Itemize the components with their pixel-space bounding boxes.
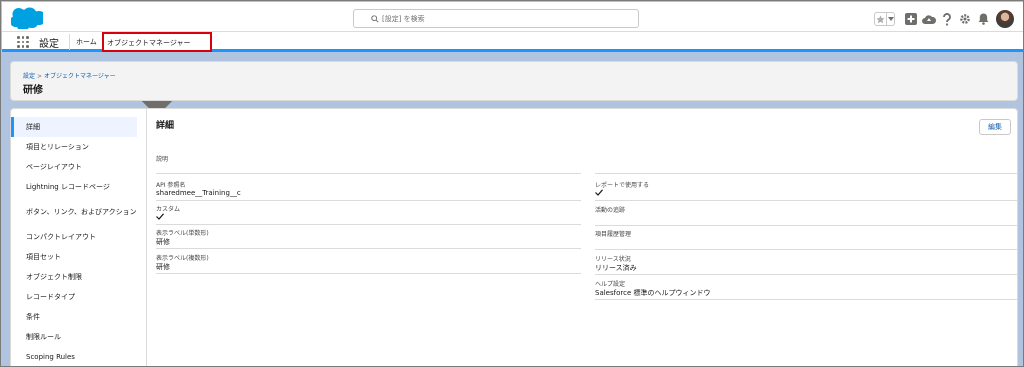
field-blank bbox=[595, 154, 1017, 174]
page-title: 研修 bbox=[23, 85, 43, 96]
field-api-name: API 参照名 sharedmee__Training__c bbox=[156, 180, 581, 201]
sidebar-item-object-limits[interactable]: オブジェクト制限 bbox=[11, 267, 137, 287]
nav-divider bbox=[69, 34, 70, 50]
sidebar-item-scoping-rules[interactable]: Scoping Rules bbox=[11, 347, 137, 366]
sidebar-item-field-sets[interactable]: 項目セット bbox=[11, 247, 137, 267]
field-value: リリース済み bbox=[595, 264, 637, 272]
detail-heading: 詳細 bbox=[156, 121, 175, 131]
sidebar-item-buttons-links-actions[interactable]: ボタン、リンク、およびアクション bbox=[11, 197, 137, 227]
field-label-singular: 表示ラベル(単数形) 研修 bbox=[156, 228, 581, 249]
sidebar-item-conditions[interactable]: 条件 bbox=[11, 307, 137, 327]
search-input[interactable] bbox=[382, 12, 632, 25]
checkmark-icon bbox=[156, 213, 164, 220]
app-navigation-bar: 設定 ホーム オブジェクトマネージャー bbox=[2, 32, 1023, 117]
global-search[interactable] bbox=[353, 9, 639, 28]
page-header: 設定 > オブジェクトマネージャー 研修 bbox=[10, 61, 1018, 101]
object-sidebar: 詳細 項目とリレーション ページレイアウト Lightning レコードページ … bbox=[11, 117, 137, 366]
favorite-star-icon[interactable] bbox=[875, 13, 886, 25]
sidebar-item-restriction-rules[interactable]: 制限ルール bbox=[11, 327, 137, 347]
main-card: 詳細 項目とリレーション ページレイアウト Lightning レコードページ … bbox=[10, 108, 1018, 366]
field-description: 説明 bbox=[156, 154, 581, 174]
field-label: 説明 bbox=[156, 156, 169, 163]
user-avatar[interactable] bbox=[996, 10, 1014, 28]
field-track-activities: 活動の追跡 bbox=[595, 205, 1017, 226]
trailhead-cloud-icon[interactable] bbox=[920, 11, 938, 27]
field-label: API 参照名 bbox=[156, 182, 186, 189]
sidebar-item-details[interactable]: 詳細 bbox=[11, 117, 137, 137]
edit-button[interactable]: 編集 bbox=[979, 119, 1011, 135]
app-name: 設定 bbox=[39, 39, 59, 50]
breadcrumb: 設定 > オブジェクトマネージャー bbox=[23, 71, 116, 80]
field-label-plural: 表示ラベル(複数形) 研修 bbox=[156, 253, 581, 274]
sidebar-item-record-types[interactable]: レコードタイプ bbox=[11, 287, 137, 307]
sidebar-item-fields-relationships[interactable]: 項目とリレーション bbox=[11, 137, 137, 157]
help-icon[interactable] bbox=[938, 11, 956, 27]
setup-gear-icon[interactable] bbox=[956, 11, 974, 27]
field-label: ヘルプ設定 bbox=[595, 281, 626, 288]
salesforce-logo[interactable] bbox=[11, 7, 43, 29]
global-actions-icon[interactable] bbox=[902, 11, 920, 27]
field-value: 研修 bbox=[156, 238, 170, 246]
field-label: リリース状況 bbox=[595, 256, 631, 263]
field-value: Salesforce 標準のヘルプウィンドウ bbox=[595, 289, 711, 297]
field-value: sharedmee__Training__c bbox=[156, 189, 241, 197]
app-launcher-icon[interactable] bbox=[17, 36, 29, 48]
global-header bbox=[2, 2, 1023, 32]
nav-tab-object-manager[interactable]: オブジェクトマネージャー bbox=[102, 32, 212, 117]
field-allow-reports: レポートで使用する bbox=[595, 180, 1017, 201]
detail-panel: 詳細 編集 説明 API 参照名 sharedmee__Training__c … bbox=[146, 109, 1017, 366]
field-custom: カスタム bbox=[156, 204, 581, 225]
field-help-settings: ヘルプ設定 Salesforce 標準のヘルプウィンドウ bbox=[595, 279, 1017, 300]
favorites-control[interactable] bbox=[874, 12, 895, 26]
sidebar-item-page-layouts[interactable]: ページレイアウト bbox=[11, 157, 137, 177]
app-window: 設定 ホーム オブジェクトマネージャー 設定>オブジェクトマネージャー 研修 詳… bbox=[0, 0, 1024, 367]
field-value: 研修 bbox=[156, 263, 170, 271]
field-label: カスタム bbox=[156, 206, 181, 213]
breadcrumb-object-manager-link[interactable]: オブジェクトマネージャー bbox=[44, 73, 116, 80]
checkmark-icon bbox=[595, 189, 603, 196]
chevron-down-icon[interactable] bbox=[886, 13, 894, 25]
breadcrumb-separator: > bbox=[37, 73, 43, 80]
field-label: レポートで使用する bbox=[595, 182, 650, 189]
field-label: 表示ラベル(単数形) bbox=[156, 230, 209, 237]
header-utility-icons bbox=[874, 9, 1014, 29]
breadcrumb-setup-link[interactable]: 設定 bbox=[23, 73, 35, 80]
field-label: 表示ラベル(複数形) bbox=[156, 255, 209, 262]
notification-bell-icon[interactable] bbox=[974, 11, 992, 27]
search-icon bbox=[371, 15, 379, 23]
nav-tab-home[interactable]: ホーム bbox=[76, 37, 97, 47]
field-label: 活動の追跡 bbox=[595, 207, 626, 214]
field-deployment-status: リリース状況 リリース済み bbox=[595, 254, 1017, 275]
sidebar-item-compact-layouts[interactable]: コンパクトレイアウト bbox=[11, 227, 137, 247]
field-label: 項目履歴管理 bbox=[595, 231, 632, 238]
field-history-tracking: 項目履歴管理 bbox=[595, 229, 1017, 250]
sidebar-item-lightning-record-pages[interactable]: Lightning レコードページ bbox=[11, 177, 137, 197]
nav-tab-object-manager-label: オブジェクトマネージャー bbox=[107, 39, 191, 47]
